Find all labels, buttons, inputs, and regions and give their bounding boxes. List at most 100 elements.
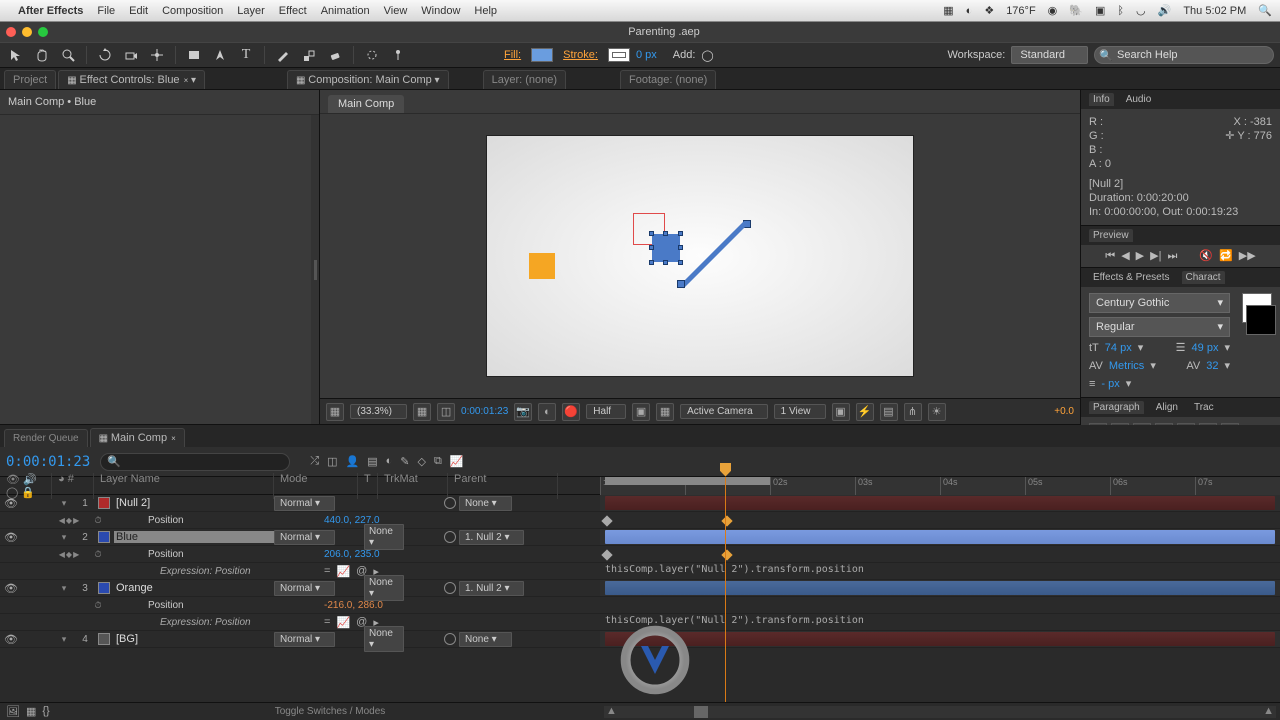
timeline-icon[interactable]: ▤ bbox=[880, 403, 898, 421]
fill-label[interactable]: Fill: bbox=[504, 49, 521, 61]
reset-exposure-icon[interactable]: ☀ bbox=[928, 403, 946, 421]
tab-audio[interactable]: Audio bbox=[1122, 93, 1156, 106]
property-name[interactable]: Position bbox=[110, 600, 324, 611]
puppet-tool[interactable] bbox=[388, 45, 408, 65]
panel-resizer[interactable] bbox=[311, 115, 319, 424]
comp-mini-flowchart-icon[interactable]: ⤮ bbox=[310, 455, 319, 468]
always-preview-icon[interactable]: ▦ bbox=[326, 403, 344, 421]
twirl-icon[interactable]: ▾ bbox=[62, 634, 67, 645]
blue-shape[interactable] bbox=[652, 234, 680, 262]
next-keyframe-icon[interactable]: ▶ bbox=[73, 550, 79, 559]
expression-text[interactable]: thisComp.layer("Null 2").transform.posit… bbox=[605, 564, 864, 575]
menu-help[interactable]: Help bbox=[474, 5, 497, 17]
tab-effect-controls[interactable]: ▦ Effect Controls: Blue× ▾ bbox=[58, 70, 205, 89]
parent-select[interactable]: None ▾ bbox=[459, 632, 512, 647]
menu-file[interactable]: File bbox=[97, 5, 115, 17]
blend-mode-select[interactable]: Normal ▾ bbox=[274, 581, 335, 596]
camera-tool[interactable] bbox=[121, 45, 141, 65]
visibility-toggle[interactable]: 👁 bbox=[4, 531, 18, 544]
stopwatch-icon[interactable]: ⏱ bbox=[94, 549, 101, 560]
color-mgmt-icon[interactable]: 🔴 bbox=[562, 403, 580, 421]
property-name[interactable]: Position bbox=[110, 515, 324, 526]
menu-effect[interactable]: Effect bbox=[279, 5, 307, 17]
tab-paragraph[interactable]: Paragraph bbox=[1089, 401, 1144, 414]
scrollbar-thumb[interactable] bbox=[694, 706, 708, 718]
graph-editor-icon[interactable]: ⧉ bbox=[434, 455, 442, 468]
menubar-clock[interactable]: Thu 5:02 PM bbox=[1183, 5, 1246, 17]
views-select[interactable]: 1 View bbox=[774, 404, 826, 419]
pen-tool[interactable] bbox=[210, 45, 230, 65]
parent-select[interactable]: 1. Null 2 ▾ bbox=[459, 530, 524, 545]
prev-keyframe-icon[interactable]: ◀ bbox=[59, 550, 65, 559]
layer-name[interactable]: Orange bbox=[114, 582, 274, 594]
tracking-value[interactable]: 32 bbox=[1206, 359, 1218, 373]
label-color[interactable] bbox=[98, 582, 110, 594]
displays-icon[interactable]: ▣ bbox=[1095, 4, 1105, 17]
menu-edit[interactable]: Edit bbox=[129, 5, 148, 17]
roto-brush-tool[interactable] bbox=[362, 45, 382, 65]
rotation-tool[interactable] bbox=[95, 45, 115, 65]
twirl-icon[interactable]: ▾ bbox=[62, 532, 67, 543]
expression-graph-icon[interactable]: 📈 bbox=[336, 565, 350, 578]
camera-select[interactable]: Active Camera bbox=[680, 404, 768, 419]
app-name[interactable]: After Effects bbox=[18, 5, 83, 17]
mute-button[interactable]: 🔇 bbox=[1199, 249, 1213, 263]
timeline-search[interactable]: 🔍 bbox=[100, 453, 290, 471]
current-time-indicator[interactable] bbox=[725, 495, 726, 702]
roi-icon[interactable]: ▣ bbox=[632, 403, 650, 421]
leading-value[interactable]: 49 px bbox=[1192, 341, 1219, 355]
timeline-timecode[interactable]: 0:00:01:23 bbox=[6, 454, 90, 470]
channel-icon[interactable]: ◐ bbox=[538, 403, 556, 421]
wifi-icon[interactable]: ◡ bbox=[1136, 4, 1146, 17]
tab-project[interactable]: Project bbox=[4, 70, 56, 89]
font-family-select[interactable]: Century Gothic▾ bbox=[1089, 293, 1230, 313]
orange-shape[interactable] bbox=[529, 253, 555, 279]
exposure-value[interactable]: +0.0 bbox=[1054, 406, 1074, 417]
property-value[interactable]: 206.0, 235.0 bbox=[324, 549, 380, 560]
grid-icon[interactable]: ▦ bbox=[413, 403, 431, 421]
hide-shy-icon[interactable]: 👤 bbox=[346, 455, 360, 468]
menu-window[interactable]: Window bbox=[421, 5, 460, 17]
stroke-color-swatch[interactable] bbox=[1246, 305, 1276, 335]
layer-duration-bar[interactable] bbox=[605, 530, 1275, 544]
minimize-window-button[interactable] bbox=[22, 27, 32, 37]
tab-footage[interactable]: Footage: (none) bbox=[620, 70, 716, 89]
stopwatch-icon[interactable]: ⏱ bbox=[94, 600, 101, 611]
tab-character[interactable]: Charact bbox=[1182, 271, 1225, 284]
property-row[interactable]: ⏱ Position -216.0, 286.0 bbox=[0, 597, 1280, 614]
pickwhip-icon[interactable] bbox=[444, 497, 456, 509]
expression-enable-icon[interactable]: = bbox=[324, 616, 330, 629]
label-color[interactable] bbox=[98, 531, 110, 543]
menubar-status-icon[interactable]: ◐ bbox=[966, 5, 973, 17]
timeline-zoom-scrollbar[interactable]: ▲ ▲ bbox=[604, 706, 1276, 718]
toggle-switches-icon[interactable]: 🖼 bbox=[6, 705, 20, 718]
motion-path-handle[interactable] bbox=[677, 280, 685, 288]
menubar-status-icon[interactable]: ❖ bbox=[984, 4, 994, 17]
label-color[interactable] bbox=[98, 633, 110, 645]
zoom-select[interactable]: (33.3%) bbox=[350, 404, 407, 419]
first-frame-button[interactable]: ⏮ bbox=[1105, 249, 1115, 263]
twirl-icon[interactable]: ▾ bbox=[62, 498, 67, 509]
frame-blend-icon[interactable]: ▤ bbox=[367, 455, 377, 468]
expression-row[interactable]: Expression: Position = 📈 @ ▸ thisComp.la… bbox=[0, 563, 1280, 580]
viewer-timecode[interactable]: 0:00:01:23 bbox=[461, 406, 508, 417]
comp-tab[interactable]: Main Comp bbox=[328, 95, 404, 113]
time-ruler[interactable]: :00s 01s 02s 03s 04s 05s 06s 07s bbox=[600, 477, 1280, 495]
stroke-width[interactable]: 0 px bbox=[636, 49, 657, 61]
pickwhip-icon[interactable] bbox=[444, 531, 456, 543]
tab-layer[interactable]: Layer: (none) bbox=[483, 70, 566, 89]
prev-keyframe-icon[interactable]: ◀ bbox=[59, 516, 65, 525]
stroke-width-value[interactable]: - px bbox=[1101, 377, 1119, 391]
layer-row[interactable]: 👁 ▾ 2 Blue Normal ▾ None ▾ 1. Null 2 ▾ bbox=[0, 529, 1280, 546]
work-area-bar[interactable] bbox=[605, 477, 770, 485]
tab-render-queue[interactable]: Render Queue bbox=[4, 429, 88, 447]
expression-graph-icon[interactable]: 📈 bbox=[336, 616, 350, 629]
expression-enable-icon[interactable]: = bbox=[324, 565, 330, 578]
tab-effects-presets[interactable]: Effects & Presets bbox=[1089, 271, 1174, 284]
blend-mode-select[interactable]: Normal ▾ bbox=[274, 496, 335, 511]
spotlight-icon[interactable]: 🔍 bbox=[1258, 4, 1272, 17]
rectangle-tool[interactable] bbox=[184, 45, 204, 65]
composition-viewer[interactable] bbox=[320, 114, 1080, 398]
motion-blur-icon[interactable]: ◐ bbox=[386, 455, 393, 468]
menubar-status-icon[interactable]: ▦ bbox=[943, 4, 953, 17]
